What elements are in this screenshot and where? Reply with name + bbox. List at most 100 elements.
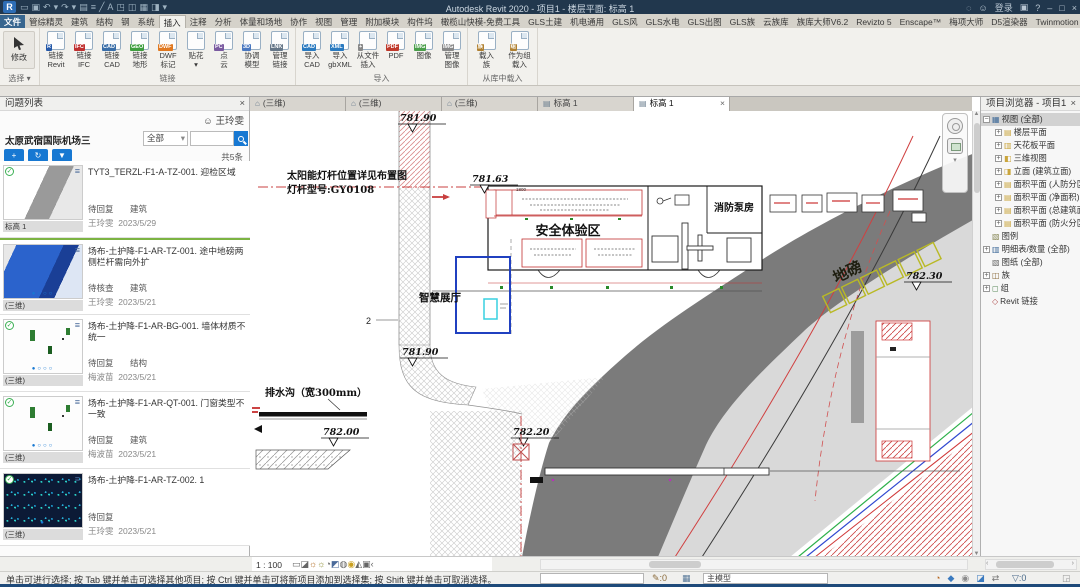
- ribbon-tab[interactable]: 体量和场地: [236, 15, 287, 28]
- tree-expander-icon[interactable]: −: [983, 116, 990, 123]
- tree-expander-icon[interactable]: +: [995, 220, 1002, 227]
- menu-icon[interactable]: ≡: [75, 320, 80, 330]
- ribbon-tool[interactable]: DWF DWF标记: [154, 30, 182, 69]
- search-button[interactable]: [234, 131, 248, 146]
- ribbon-tool[interactable]: IMG 图像: [410, 30, 438, 69]
- ribbon-tab[interactable]: 系统: [134, 15, 159, 28]
- ribbon-tab[interactable]: GLS水电: [642, 15, 684, 28]
- tree-expander-icon[interactable]: [983, 233, 990, 240]
- ribbon-tab[interactable]: 管综精灵: [25, 15, 67, 28]
- menu-icon[interactable]: ≡: [75, 397, 80, 407]
- qat-icon[interactable]: ◨: [151, 2, 160, 13]
- status-icon[interactable]: ◉: [961, 573, 969, 584]
- modify-button[interactable]: 修改: [3, 31, 35, 69]
- search-input[interactable]: [190, 131, 234, 146]
- view-tab[interactable]: ▤标高 1 ×: [634, 97, 730, 111]
- revit-logo-icon[interactable]: R: [3, 1, 16, 13]
- ribbon-tab[interactable]: 机电通用: [566, 15, 608, 28]
- view-tab[interactable]: ⌂(三维): [250, 97, 346, 111]
- ribbon-tool[interactable]: + 从文件插入: [354, 30, 382, 69]
- browser-tree-item[interactable]: + ▤ 面积平面 (总建筑面积): [981, 204, 1080, 217]
- cart-icon[interactable]: ▣: [1020, 2, 1029, 13]
- tree-expander-icon[interactable]: +: [983, 246, 990, 253]
- search-icon[interactable]: ◌: [966, 3, 971, 13]
- status-icon[interactable]: ⇄: [992, 573, 1000, 584]
- ribbon-tab[interactable]: 协作: [286, 15, 311, 28]
- tree-expander-icon[interactable]: +: [995, 142, 1002, 149]
- ribbon-tab[interactable]: 结构: [92, 15, 117, 28]
- browser-tree-item[interactable]: + ◫ 族: [981, 269, 1080, 282]
- ribbon-tab[interactable]: 附加模块: [361, 15, 403, 28]
- ribbon-tab[interactable]: GLS族: [726, 15, 760, 28]
- issue-card[interactable]: ✓ ≡ ●○○○ (三维) 场布-土护降-F1-AR-BG-001. 墙体材质不…: [0, 315, 250, 392]
- ribbon-tool[interactable]: IMG 管理图像: [438, 30, 466, 69]
- ribbon-tab[interactable]: 注释: [186, 15, 211, 28]
- ribbon-tab[interactable]: 族库大师V6.2: [793, 15, 853, 28]
- ribbon-tool[interactable]: R 链接Revit: [42, 30, 70, 69]
- highlighted-element[interactable]: [484, 299, 497, 319]
- view-control-icon[interactable]: ▣: [362, 559, 371, 569]
- ribbon-tool[interactable]: LNK 管理链接: [266, 30, 294, 69]
- menu-icon[interactable]: ≡: [75, 166, 80, 176]
- issue-card[interactable]: ✓ ≡ ● (三维) 场布-土护降-F1-AR-TZ-002. 1 待回复 王玲…: [0, 469, 250, 546]
- browser-tree-item[interactable]: + ◧ 三维视图: [981, 152, 1080, 165]
- browser-tree-item[interactable]: + ▥ 天花板平面: [981, 139, 1080, 152]
- ribbon-tool[interactable]: XML 导入gbXML: [326, 30, 354, 69]
- ribbon-tool[interactable]: PDF PDF: [382, 30, 410, 69]
- drawing-area[interactable]: 地磅: [250, 111, 972, 557]
- close-button[interactable]: ×: [1072, 3, 1077, 13]
- qat-icon[interactable]: ◳: [116, 2, 125, 13]
- tree-expander-icon[interactable]: +: [995, 181, 1002, 188]
- qat-icon[interactable]: ▤: [79, 2, 88, 13]
- editing-requests-icon[interactable]: ✎:0: [652, 573, 667, 584]
- issue-thumbnail[interactable]: ✓ ≡ ●: [3, 473, 83, 528]
- qat-icon[interactable]: ▾: [54, 2, 59, 13]
- browser-tree-item[interactable]: ◇ Revit 链接: [981, 295, 1080, 308]
- ribbon-tab[interactable]: Revizto 5: [852, 15, 895, 28]
- steering-wheel-icon[interactable]: [947, 118, 963, 134]
- ribbon-tab[interactable]: 管理: [336, 15, 361, 28]
- qat-icon[interactable]: ╱: [99, 2, 104, 13]
- status-icon[interactable]: ◆: [947, 573, 954, 584]
- browser-tree-item[interactable]: + ◨ 立面 (建筑立面): [981, 165, 1080, 178]
- filter-dropdown[interactable]: 全部▾: [143, 131, 188, 146]
- minimize-button[interactable]: –: [1047, 3, 1052, 13]
- sign-in-button[interactable]: 登录: [995, 1, 1013, 14]
- qat-icon[interactable]: ▦: [139, 2, 148, 13]
- qat-icon[interactable]: ▾: [72, 2, 77, 13]
- view-control-icon[interactable]: ◪: [301, 559, 310, 569]
- navigation-bar[interactable]: ▾: [942, 113, 968, 193]
- view-control-icon[interactable]: ☼: [317, 559, 325, 569]
- status-icon[interactable]: ◪: [976, 573, 985, 584]
- ribbon-tool[interactable]: IFC 链接IFC: [70, 30, 98, 69]
- browser-tree-item[interactable]: + ▤ 楼层平面: [981, 126, 1080, 139]
- browser-tree-item[interactable]: + ◻ 组: [981, 282, 1080, 295]
- browser-horizontal-scrollbar[interactable]: ‹›: [985, 559, 1077, 570]
- ribbon-tab[interactable]: Enscape™: [896, 15, 946, 28]
- view-control-icon[interactable]: ▭: [292, 559, 301, 569]
- qat-icon[interactable]: ≡: [91, 2, 96, 13]
- browser-tree-item[interactable]: + ▤ 面积平面 (净面积): [981, 191, 1080, 204]
- qat-icon[interactable]: ↷: [61, 2, 69, 13]
- ribbon-tool[interactable]: 3D 协调模型: [238, 30, 266, 69]
- ribbon-tab[interactable]: 视图: [311, 15, 336, 28]
- ribbon-tab[interactable]: D5渲染器: [987, 15, 1031, 28]
- tree-expander-icon[interactable]: +: [995, 168, 1002, 175]
- view-tab[interactable]: ⌂(三维): [442, 97, 538, 111]
- tree-expander-icon[interactable]: +: [983, 272, 990, 279]
- ribbon-tab[interactable]: 钢: [117, 15, 134, 28]
- scrollbar-thumb[interactable]: [649, 561, 701, 568]
- tree-expander-icon[interactable]: +: [995, 194, 1002, 201]
- group-label-select[interactable]: 选择 ▾: [0, 73, 39, 84]
- issue-thumbnail[interactable]: ✓ ≡: [3, 165, 83, 220]
- ribbon-tab[interactable]: GLS出图: [684, 15, 726, 28]
- group-label-import[interactable]: 导入: [296, 73, 467, 84]
- qat-icon[interactable]: ▣: [32, 2, 41, 13]
- menu-icon[interactable]: ≡: [75, 245, 80, 255]
- ribbon-tool[interactable]: CAD 导入CAD: [298, 30, 326, 69]
- selection-filter-icon[interactable]: ▽:0: [1012, 573, 1026, 584]
- browser-tree-item[interactable]: ▧ 图纸 (全部): [981, 256, 1080, 269]
- issue-card[interactable]: ≡ ●○○○ (三维) 场布-土护降-F1-AR-TZ-001. 途中地磅两侧栏…: [0, 238, 250, 315]
- horizontal-scrollbar[interactable]: [540, 559, 968, 570]
- zoom-region-icon[interactable]: [947, 138, 963, 154]
